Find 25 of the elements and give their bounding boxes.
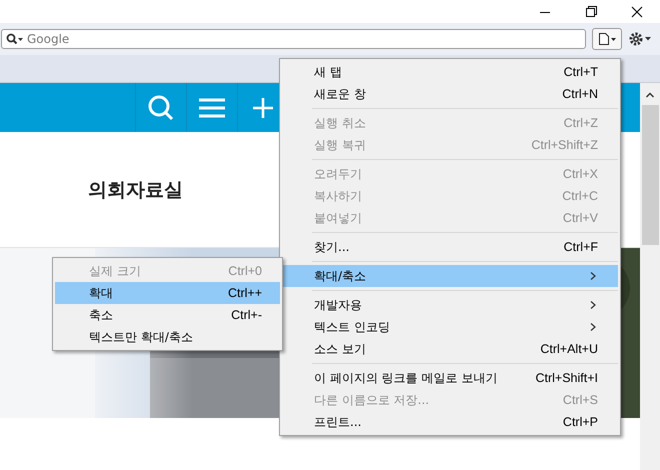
page-menu-button[interactable] bbox=[592, 28, 622, 50]
chevron-right-icon bbox=[588, 300, 598, 310]
menu-item[interactable]: 개발자용 bbox=[282, 294, 618, 316]
menu-item[interactable]: 새로운 창 Ctrl+N bbox=[282, 83, 618, 105]
chevron-right-icon bbox=[588, 322, 598, 332]
chevron-right-icon bbox=[588, 271, 598, 281]
menu-item[interactable]: 이 페이지의 링크를 메일로 보내기 Ctrl+Shift+I bbox=[282, 367, 618, 389]
page-icon bbox=[597, 32, 617, 46]
plus-icon[interactable] bbox=[253, 98, 273, 118]
search-icon[interactable] bbox=[6, 33, 24, 45]
menu-item[interactable]: 텍스트 인코딩 bbox=[282, 316, 618, 338]
menu-item[interactable]: 프린트... Ctrl+P bbox=[282, 411, 618, 433]
menu-icon[interactable] bbox=[199, 98, 225, 118]
scrollbar[interactable] bbox=[640, 83, 660, 470]
menu-item[interactable]: 확대 Ctrl++ bbox=[55, 282, 280, 304]
menu-item[interactable]: 찾기... Ctrl+F bbox=[282, 236, 618, 258]
menu-item[interactable]: 소스 보기 Ctrl+Alt+U bbox=[282, 338, 618, 360]
menu-item[interactable]: 텍스트만 확대/축소 bbox=[55, 326, 280, 348]
search-input: Google bbox=[27, 32, 227, 46]
menu-item[interactable]: 축소 Ctrl+- bbox=[55, 304, 280, 326]
menu-item[interactable]: 확대/축소 bbox=[282, 265, 618, 287]
nav-link[interactable]: 의회자료실 bbox=[88, 176, 183, 202]
search-field[interactable]: Google bbox=[1, 29, 586, 49]
scroll-up-icon[interactable] bbox=[645, 91, 655, 99]
settings-icon[interactable] bbox=[628, 31, 654, 47]
